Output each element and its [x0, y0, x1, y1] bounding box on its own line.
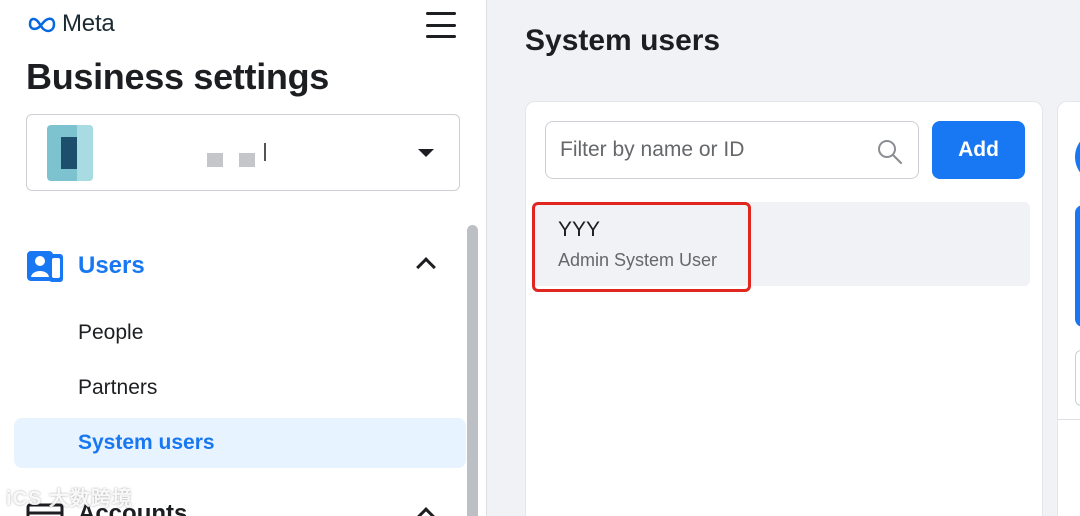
page-heading: Business settings — [26, 56, 329, 97]
search-icon — [878, 140, 902, 164]
account-name-fragment — [264, 143, 266, 161]
business-avatar — [47, 125, 93, 181]
user-detail-panel — [1057, 101, 1080, 516]
watermark: iCS 大数跨境 — [6, 488, 133, 510]
meta-infinity-icon — [28, 17, 56, 33]
sidebar-scrollbar[interactable] — [467, 225, 478, 516]
avatar — [1075, 131, 1080, 183]
search-input[interactable] — [560, 122, 860, 178]
sidebar-item-system-users[interactable]: System users — [14, 418, 466, 468]
chevron-up-icon[interactable] — [416, 257, 436, 277]
users-icon — [27, 251, 63, 282]
redacted-block — [207, 153, 223, 167]
section-title: System users — [525, 24, 721, 57]
chevron-up-icon[interactable] — [416, 507, 436, 516]
business-account-selector[interactable] — [26, 114, 460, 191]
caret-down-icon — [418, 149, 434, 157]
system-users-list-card: Add YYY Admin System User — [525, 101, 1043, 516]
meta-logo-text: Meta — [62, 10, 115, 37]
divider — [1058, 419, 1080, 420]
meta-logo: Meta — [26, 10, 115, 38]
sidebar-item-partners[interactable]: Partners — [14, 363, 466, 413]
nav-section-users[interactable]: Users — [26, 246, 456, 286]
detail-button[interactable] — [1075, 205, 1080, 327]
list-item[interactable]: YYY Admin System User — [532, 202, 1030, 286]
redacted-block — [239, 153, 255, 167]
add-button[interactable]: Add — [932, 121, 1025, 179]
detail-tab[interactable] — [1075, 350, 1080, 406]
system-user-name: YYY — [558, 218, 601, 241]
sidebar: Meta Business settings Users People Part… — [0, 0, 487, 516]
search-field[interactable] — [545, 121, 919, 179]
menu-icon[interactable] — [425, 10, 457, 40]
sidebar-item-people[interactable]: People — [14, 308, 466, 358]
nav-section-label: Users — [78, 252, 145, 279]
system-user-role: Admin System User — [558, 250, 718, 270]
